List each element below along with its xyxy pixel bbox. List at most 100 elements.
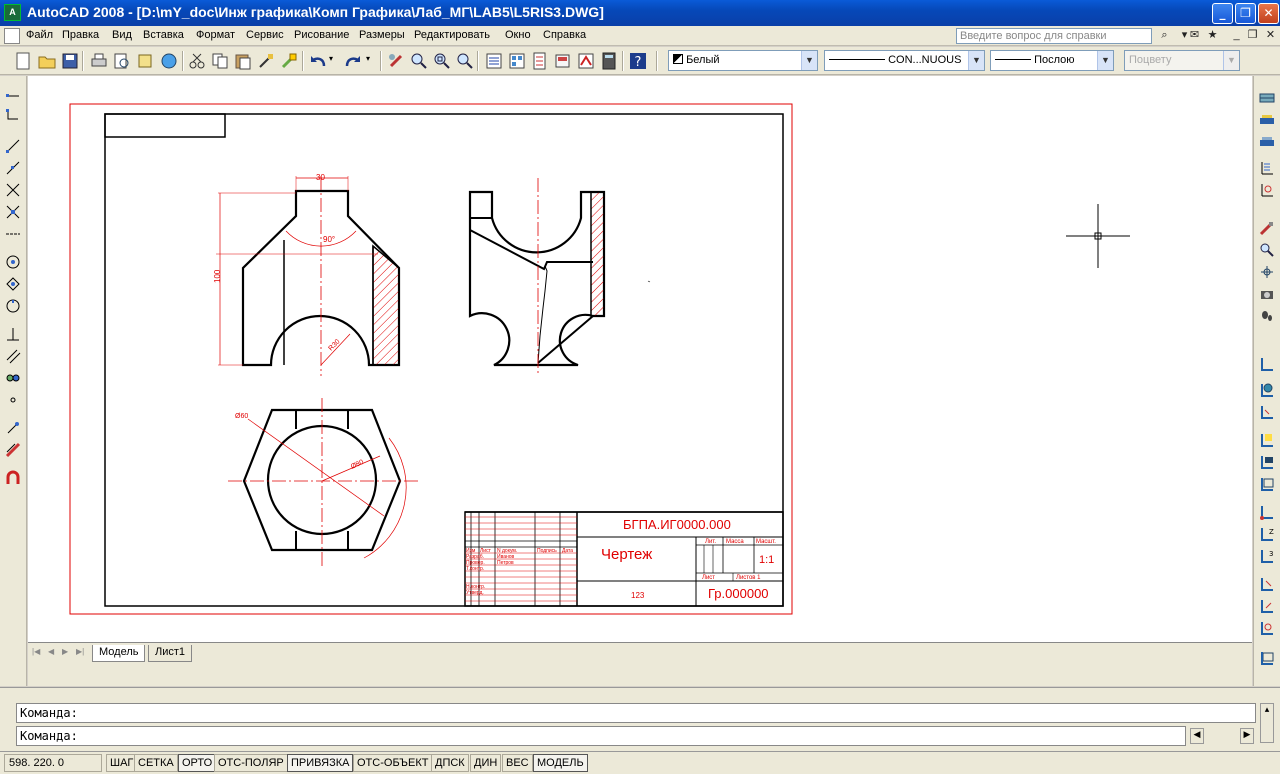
new-file-icon[interactable] bbox=[14, 52, 32, 70]
menu-view[interactable]: Вид bbox=[112, 29, 132, 41]
lineweight-control-combo[interactable]: Послою ▼ bbox=[990, 50, 1114, 71]
minimize-button[interactable]: _ bbox=[1212, 3, 1233, 24]
command-vscroll[interactable]: ▴ bbox=[1260, 703, 1274, 743]
menu-file[interactable]: Файл bbox=[26, 29, 53, 41]
ucs-object-icon[interactable] bbox=[1259, 454, 1275, 470]
menu-help[interactable]: Справка bbox=[543, 29, 586, 41]
orbit-icon[interactable] bbox=[1259, 264, 1275, 280]
communication-center-icon[interactable]: ✉ bbox=[1186, 28, 1203, 44]
grid-toggle[interactable]: СЕТКА bbox=[134, 754, 178, 772]
tool-palettes-icon[interactable] bbox=[531, 52, 549, 70]
chevron-down-icon[interactable]: ▼ bbox=[1223, 51, 1239, 70]
menu-draw[interactable]: Рисование bbox=[294, 29, 349, 41]
ducs-toggle[interactable]: ДПСК bbox=[431, 754, 469, 772]
ucs-world-icon[interactable] bbox=[1259, 382, 1275, 398]
line-icon[interactable] bbox=[5, 88, 21, 104]
scroll-left-icon[interactable]: ◀ bbox=[1190, 728, 1204, 744]
menu-modify[interactable]: Редактировать bbox=[414, 29, 490, 41]
menu-tools[interactable]: Сервис bbox=[246, 29, 284, 41]
print-preview-icon[interactable] bbox=[113, 52, 131, 70]
zoom-window-icon[interactable] bbox=[433, 52, 451, 70]
model-toggle[interactable]: МОДЕЛЬ bbox=[533, 754, 588, 772]
first-tab-arrow-icon[interactable]: |◀ bbox=[32, 647, 42, 659]
paste-icon[interactable] bbox=[234, 52, 252, 70]
ellipse-icon[interactable] bbox=[5, 298, 21, 314]
markup-set-manager-icon[interactable] bbox=[577, 52, 595, 70]
doc-close-button[interactable]: ✕ bbox=[1262, 28, 1279, 44]
tab-sheet1[interactable]: Лист1 bbox=[148, 645, 193, 662]
gradient-icon[interactable] bbox=[5, 442, 21, 458]
rectangle-icon[interactable] bbox=[5, 182, 21, 198]
help-search-icon[interactable]: ⌕ bbox=[1156, 28, 1173, 44]
restore-button[interactable]: ❐ bbox=[1235, 3, 1256, 24]
help-icon[interactable]: ? bbox=[629, 52, 647, 70]
walk-icon[interactable] bbox=[1259, 308, 1275, 324]
menu-dimension[interactable]: Размеры bbox=[359, 29, 405, 41]
publish-icon[interactable] bbox=[136, 52, 154, 70]
point-icon[interactable] bbox=[5, 392, 21, 408]
pan-icon[interactable] bbox=[1259, 220, 1275, 236]
chevron-down-icon[interactable]: ▼ bbox=[801, 51, 817, 70]
ucs-previous-icon[interactable] bbox=[1259, 404, 1275, 420]
command-input[interactable]: Команда: bbox=[16, 726, 1186, 746]
open-file-icon[interactable] bbox=[38, 52, 56, 70]
next-tab-arrow-icon[interactable]: ▶ bbox=[62, 647, 72, 659]
autocad-app-icon[interactable]: A bbox=[4, 4, 21, 21]
coordinates-display[interactable]: 598. 220. 0 bbox=[4, 754, 102, 772]
menu-window[interactable]: Окно bbox=[505, 29, 531, 41]
zoom-in-icon[interactable] bbox=[1259, 242, 1275, 258]
drawing-area[interactable]: 30 90° 100 R30 Ø60 Ø80 БГПА.ИГ0000.000 Ч… bbox=[28, 76, 1252, 642]
ucs-face-icon[interactable] bbox=[1259, 432, 1275, 448]
match-properties-icon[interactable] bbox=[257, 52, 275, 70]
polar-toggle[interactable]: ОТС-ПОЛЯР bbox=[214, 754, 288, 772]
copy-icon[interactable] bbox=[211, 52, 229, 70]
favorites-star-icon[interactable]: ★ bbox=[1204, 28, 1221, 44]
calculator-icon[interactable] bbox=[600, 52, 618, 70]
block-editor-icon[interactable] bbox=[280, 52, 298, 70]
undo-dropdown-icon[interactable]: ▾ bbox=[329, 54, 333, 63]
lweight-toggle[interactable]: ВЕС bbox=[502, 754, 533, 772]
sheet-set-manager-icon[interactable] bbox=[554, 52, 572, 70]
layer-icon[interactable] bbox=[1259, 112, 1275, 128]
ortho-toggle[interactable]: ОРТО bbox=[178, 754, 217, 772]
pan-realtime-icon[interactable] bbox=[387, 52, 405, 70]
zoom-realtime-icon[interactable] bbox=[410, 52, 428, 70]
chevron-down-icon[interactable]: ▼ bbox=[968, 51, 984, 70]
camera-icon[interactable] bbox=[1259, 286, 1275, 302]
dyn-toggle[interactable]: ДИН bbox=[470, 754, 502, 772]
print-icon[interactable] bbox=[90, 52, 108, 70]
doc-minimize-button[interactable]: _ bbox=[1228, 28, 1245, 44]
osnap-toggle[interactable]: ПРИВЯЗКА bbox=[287, 754, 354, 772]
redo-dropdown-icon[interactable]: ▾ bbox=[366, 54, 370, 63]
prev-tab-arrow-icon[interactable]: ◀ bbox=[48, 647, 58, 659]
redo-icon[interactable] bbox=[344, 52, 362, 70]
chevron-down-icon[interactable]: ▼ bbox=[1097, 51, 1113, 70]
menu-insert[interactable]: Вставка bbox=[143, 29, 184, 41]
otrack-toggle[interactable]: ОТС-ОБЪЕКТ bbox=[353, 754, 433, 772]
snap-toggle[interactable]: ШАГ bbox=[106, 754, 138, 772]
dimension-update-icon[interactable] bbox=[1259, 182, 1275, 198]
dimension-style-icon[interactable] bbox=[1259, 160, 1275, 176]
last-tab-arrow-icon[interactable]: ▶| bbox=[76, 647, 86, 659]
hatch-icon[interactable] bbox=[5, 420, 21, 436]
ucs-z-rotate-icon[interactable] bbox=[1259, 620, 1275, 636]
plotstyle-control-combo[interactable]: Поцвету ▼ bbox=[1124, 50, 1240, 71]
ellipse-arc-icon[interactable] bbox=[5, 326, 21, 342]
zoom-previous-icon[interactable] bbox=[456, 52, 474, 70]
help-search-input[interactable]: Введите вопрос для справки bbox=[956, 28, 1152, 44]
ucs-zaxis-icon[interactable]: Z bbox=[1259, 526, 1275, 542]
circle-icon[interactable] bbox=[5, 226, 21, 242]
properties-icon[interactable] bbox=[485, 52, 503, 70]
ucs-x-rotate-icon[interactable] bbox=[1259, 576, 1275, 592]
spline-icon[interactable] bbox=[5, 276, 21, 292]
save-icon[interactable] bbox=[61, 52, 79, 70]
ucs-view-icon[interactable] bbox=[1259, 476, 1275, 492]
ucs-y-rotate-icon[interactable] bbox=[1259, 598, 1275, 614]
ucs-apply-icon[interactable] bbox=[1259, 650, 1275, 666]
scroll-right-icon[interactable]: ▶ bbox=[1240, 728, 1254, 744]
design-web-icon[interactable] bbox=[160, 52, 178, 70]
document-icon[interactable] bbox=[4, 28, 20, 44]
construction-line-icon[interactable] bbox=[5, 108, 21, 124]
table-icon[interactable] bbox=[1259, 90, 1275, 106]
tab-model[interactable]: Модель bbox=[92, 645, 146, 662]
